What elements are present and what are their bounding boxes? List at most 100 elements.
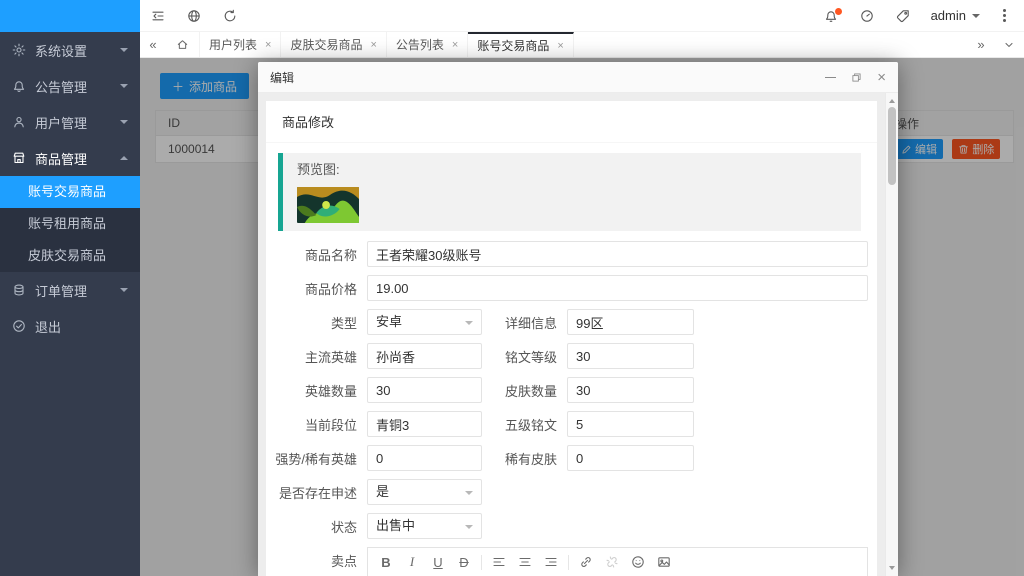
modal-controls: × — [825, 70, 886, 85]
tab-close-icon[interactable]: × — [452, 39, 458, 51]
unlink-icon[interactable] — [599, 548, 625, 576]
logo — [0, 0, 140, 32]
input-field[interactable] — [567, 377, 694, 403]
logout-icon — [12, 319, 26, 333]
refresh-icon[interactable] — [212, 0, 248, 32]
field-label: 铭文等级 — [482, 347, 567, 366]
user-label: admin — [931, 8, 966, 23]
tab-account-trade-goods[interactable]: 账号交易商品 × — [468, 32, 573, 57]
select-field[interactable]: 是 — [367, 479, 482, 505]
sidebar-item-logout[interactable]: 退出 — [0, 308, 140, 344]
tabs-dropdown-icon[interactable] — [994, 32, 1024, 57]
form-row: 是否存在申述是 — [266, 479, 877, 505]
field-label: 当前段位 — [266, 415, 367, 434]
sidebar-menu: 系统设置 公告管理 用户管理 商品管理 账号交易商品账号租用商品皮肤交易商品 订… — [0, 32, 140, 344]
tab-close-icon[interactable]: × — [557, 40, 563, 52]
scroll-down-icon[interactable] — [886, 562, 898, 574]
sidebar-item-goods-management[interactable]: 商品管理 — [0, 140, 140, 176]
field-label: 商品名称 — [266, 245, 367, 264]
input-field[interactable] — [367, 343, 482, 369]
align-left-icon[interactable] — [486, 548, 512, 576]
field-label: 状态 — [266, 517, 367, 536]
scrollbar-thumb[interactable] — [888, 107, 896, 185]
input-field[interactable] — [567, 309, 694, 335]
field-label: 卖点 — [266, 547, 367, 576]
collapse-sidebar-icon[interactable] — [140, 0, 176, 32]
input-field[interactable] — [567, 411, 694, 437]
tab-notice-list[interactable]: 公告列表 × — [387, 32, 468, 57]
sidebar-item-notice-management[interactable]: 公告管理 — [0, 68, 140, 104]
preview-label: 预览图: — [297, 161, 847, 179]
select-field[interactable]: 出售中 — [367, 513, 482, 539]
tab-user-list[interactable]: 用户列表 × — [200, 32, 281, 57]
align-center-icon[interactable] — [512, 548, 538, 576]
chevron-down-icon — [465, 491, 473, 495]
modal-body: 商品修改 预览图: 商品名称商品价格类型安卓详细信息主流英雄铭文等级英雄数量皮肤… — [258, 93, 898, 576]
sidebar-subitem-skin-trade-goods[interactable]: 皮肤交易商品 — [0, 240, 140, 272]
sidebar-subitem-account-rent-goods[interactable]: 账号租用商品 — [0, 208, 140, 240]
notification-dot — [835, 8, 842, 15]
field-label: 商品价格 — [266, 279, 367, 298]
tabbar-right: » — [968, 32, 1024, 57]
top-navbar: admin — [140, 0, 1024, 32]
field-label: 主流英雄 — [266, 347, 367, 366]
link-icon[interactable] — [573, 548, 599, 576]
edit-modal: 编辑 × 商品修改 预览图: — [258, 62, 898, 576]
tab-skin-trade-goods[interactable]: 皮肤交易商品 × — [281, 32, 386, 57]
minimize-icon[interactable] — [825, 77, 836, 78]
input-field[interactable] — [567, 343, 694, 369]
input-field[interactable] — [567, 445, 694, 471]
form-row: 商品价格 — [266, 275, 877, 301]
face-icon[interactable] — [625, 548, 651, 576]
strikethrough-icon[interactable]: D — [451, 548, 477, 576]
notifications-bell-icon[interactable] — [813, 0, 849, 32]
user-icon — [12, 115, 26, 129]
input-field[interactable] — [367, 445, 482, 471]
user-menu[interactable]: admin — [921, 0, 990, 32]
form-row: 商品名称 — [266, 241, 877, 267]
preview-image[interactable] — [297, 187, 359, 223]
input-field[interactable] — [367, 241, 868, 267]
sidebar-item-order-management[interactable]: 订单管理 — [0, 272, 140, 308]
modal-title: 编辑 — [270, 69, 294, 86]
sidebar-item-system-settings[interactable]: 系统设置 — [0, 32, 140, 68]
field-label: 是否存在申述 — [266, 483, 367, 502]
modal-scrollbar[interactable] — [885, 93, 898, 576]
toolbar-divider — [481, 555, 482, 570]
tab-close-icon[interactable]: × — [370, 39, 376, 51]
italic-icon[interactable]: I — [399, 548, 425, 576]
select-field[interactable]: 安卓 — [367, 309, 482, 335]
close-icon[interactable]: × — [877, 70, 886, 85]
navbar-left-group — [140, 0, 248, 31]
form-row: 强势/稀有英雄稀有皮肤 — [266, 445, 877, 471]
home-tab-icon[interactable] — [166, 32, 200, 57]
globe-icon[interactable] — [176, 0, 212, 32]
tag-icon[interactable] — [885, 0, 921, 32]
sidebar-submenu: 账号交易商品账号租用商品皮肤交易商品 — [0, 176, 140, 272]
input-field[interactable] — [367, 275, 868, 301]
tabs-scroll-left-icon[interactable]: « — [140, 32, 166, 57]
layers-icon — [12, 283, 26, 297]
input-field[interactable] — [367, 377, 482, 403]
editor-toolbar: BIUD — [367, 547, 868, 576]
underline-icon[interactable]: U — [425, 548, 451, 576]
field-label: 稀有皮肤 — [482, 449, 567, 468]
gauge-icon[interactable] — [849, 0, 885, 32]
bold-icon[interactable]: B — [373, 548, 399, 576]
chevron-down-icon — [465, 321, 473, 325]
image-icon[interactable] — [651, 548, 677, 576]
modal-header: 编辑 × — [258, 62, 898, 93]
more-options-icon[interactable] — [990, 0, 1018, 32]
bell-icon — [12, 79, 26, 93]
maximize-icon[interactable] — [851, 72, 862, 83]
tab-close-icon[interactable]: × — [265, 39, 271, 51]
scroll-up-icon[interactable] — [886, 95, 898, 107]
align-right-icon[interactable] — [538, 548, 564, 576]
input-field[interactable] — [367, 411, 482, 437]
tabs-scroll-right-icon[interactable]: » — [968, 32, 994, 57]
sidebar-item-user-management[interactable]: 用户管理 — [0, 104, 140, 140]
rich-editor: BIUD 个人闲置账号商品请放心购买 — [367, 547, 868, 576]
field-label: 皮肤数量 — [482, 381, 567, 400]
sidebar: 系统设置 公告管理 用户管理 商品管理 账号交易商品账号租用商品皮肤交易商品 订… — [0, 0, 140, 576]
sidebar-subitem-account-trade-goods[interactable]: 账号交易商品 — [0, 176, 140, 208]
